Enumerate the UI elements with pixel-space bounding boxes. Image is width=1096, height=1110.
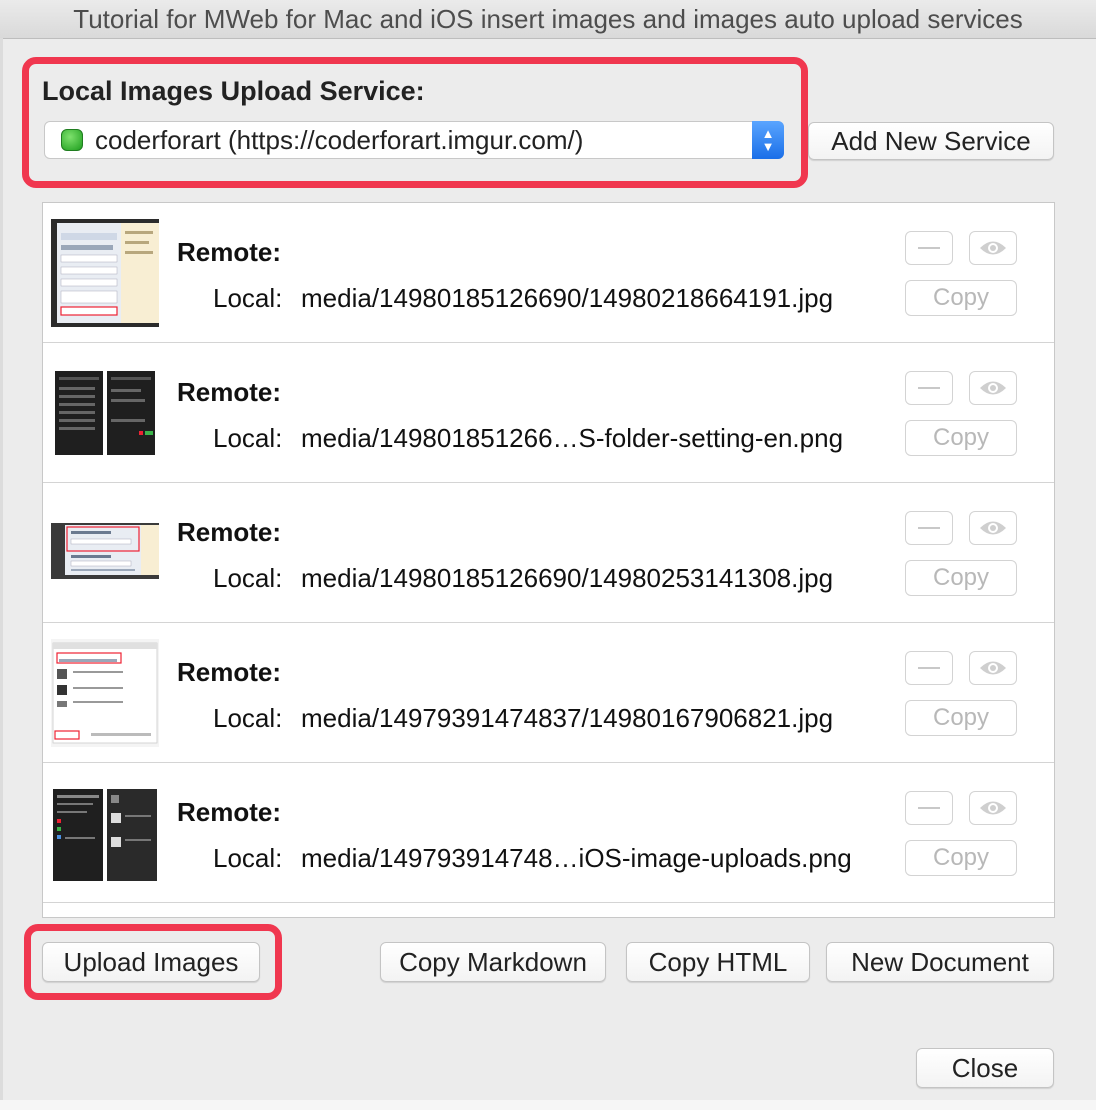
remote-label: Remote: (177, 377, 282, 407)
copy-html-button[interactable]: Copy HTML (626, 942, 810, 982)
eye-icon (980, 381, 1006, 395)
remote-label: Remote: (177, 797, 282, 827)
remote-label: Remote: (177, 237, 282, 267)
upload-service-label: Local Images Upload Service: (42, 76, 425, 106)
copy-remote-url-button[interactable]: Copy (905, 700, 1017, 736)
local-label: Local: (213, 283, 283, 313)
remove-image-button[interactable] (905, 511, 953, 545)
eye-icon (980, 661, 1006, 675)
copy-markdown-button[interactable]: Copy Markdown (380, 942, 606, 982)
window-bottom-edge (0, 1100, 1096, 1110)
local-path: media/14979391474837/14980167906821.jpg (301, 703, 834, 733)
list-item: Remote: Local: media/14979391474837/1498… (43, 623, 1054, 763)
upload-service-value: coderforart (https://coderforart.imgur.c… (95, 124, 584, 155)
eye-icon (980, 801, 1006, 815)
preview-image-button[interactable] (969, 791, 1017, 825)
minus-icon (918, 247, 940, 249)
remove-image-button[interactable] (905, 231, 953, 265)
remote-label: Remote: (177, 517, 282, 547)
local-label: Local: (213, 423, 283, 453)
upload-images-button[interactable]: Upload Images (42, 942, 260, 982)
new-document-button[interactable]: New Document (826, 942, 1054, 982)
remove-image-button[interactable] (905, 791, 953, 825)
minus-icon (918, 807, 940, 809)
list-item: Remote: Local: media/149801851266…S-fold… (43, 343, 1054, 483)
list-item (43, 903, 1054, 917)
local-label: Local: (213, 843, 283, 873)
preview-image-button[interactable] (969, 511, 1017, 545)
remove-image-button[interactable] (905, 371, 953, 405)
remove-image-button[interactable] (905, 651, 953, 685)
list-item: Remote: Local: media/14980185126690/1498… (43, 203, 1054, 343)
preview-image-button[interactable] (969, 371, 1017, 405)
minus-icon (918, 527, 940, 529)
preview-image-button[interactable] (969, 231, 1017, 265)
minus-icon (918, 387, 940, 389)
upload-dialog-thumbnail (51, 639, 159, 747)
window-title: Tutorial for MWeb for Mac and iOS insert… (73, 3, 1023, 34)
local-label: Local: (213, 703, 283, 733)
copy-remote-url-button[interactable]: Copy (905, 280, 1017, 316)
copy-remote-url-button[interactable]: Copy (905, 560, 1017, 596)
eye-icon (980, 241, 1006, 255)
select-stepper-icon[interactable]: ▲ ▼ (752, 121, 784, 159)
preview-image-button[interactable] (969, 651, 1017, 685)
settings-screenshot-thumbnail (51, 219, 159, 327)
ios-folder-setting-thumbnail (51, 359, 159, 467)
local-label: Local: (213, 563, 283, 593)
close-button[interactable]: Close (916, 1048, 1054, 1088)
list-item: Remote: Local: media/14980185126690/1498… (43, 483, 1054, 623)
list-item: Remote: Local: media/149793914748…iOS-im… (43, 763, 1054, 903)
ios-image-uploads-thumbnail (51, 779, 159, 887)
eye-icon (980, 521, 1006, 535)
copy-remote-url-button[interactable]: Copy (905, 420, 1017, 456)
minus-icon (918, 667, 940, 669)
media-folder-name-thumbnail (51, 499, 159, 607)
window-title-bar: Tutorial for MWeb for Mac and iOS insert… (0, 0, 1096, 39)
window-left-edge (0, 38, 3, 1100)
green-status-icon (61, 129, 83, 151)
local-path: media/14980185126690/14980253141308.jpg (301, 563, 834, 593)
add-new-service-button[interactable]: Add New Service (808, 122, 1054, 160)
copy-remote-url-button[interactable]: Copy (905, 840, 1017, 876)
remote-label: Remote: (177, 657, 282, 687)
image-list[interactable]: Remote: Local: media/14980185126690/1498… (42, 202, 1055, 918)
local-path: media/149801851266…S-folder-setting-en.p… (301, 423, 844, 453)
local-path: media/14980185126690/14980218664191.jpg (301, 283, 834, 313)
local-path: media/149793914748…iOS-image-uploads.png (301, 843, 852, 873)
upload-service-select[interactable]: coderforart (https://coderforart.imgur.c… (44, 121, 784, 159)
